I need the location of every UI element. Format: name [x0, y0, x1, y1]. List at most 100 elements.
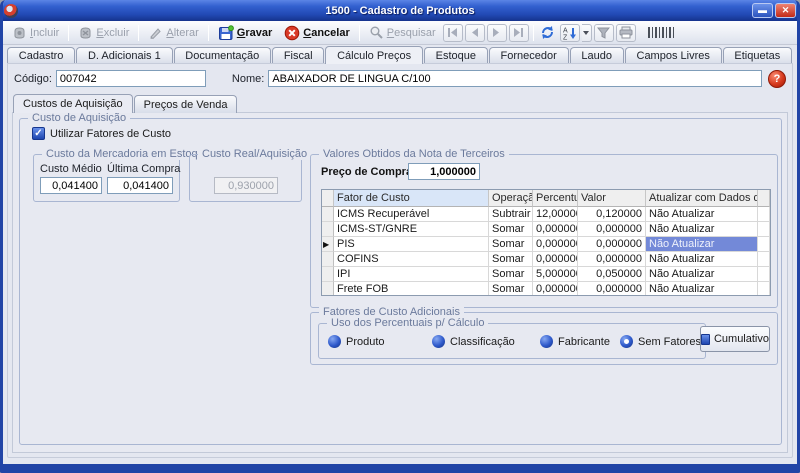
minimize-button[interactable]: ▬ — [752, 3, 773, 18]
cell-valor[interactable]: 0,000000 — [578, 222, 646, 237]
cell-fator[interactable]: IPI — [334, 267, 489, 282]
cell-percentual[interactable]: 0,000000 — [533, 252, 578, 267]
cell-valor[interactable]: 0,000000 — [578, 237, 646, 252]
radio-produto-label: Produto — [346, 336, 385, 348]
cell-atualizar[interactable]: Não Atualizar — [646, 222, 758, 237]
cell-valor[interactable]: 0,000000 — [578, 282, 646, 296]
radio-sem-fatores[interactable]: Sem Fatores — [620, 335, 701, 348]
pesquisar-button[interactable]: Pesquisar — [364, 24, 441, 41]
barcode-icon — [648, 27, 674, 38]
group-custo-aquisicao-legend: Custo de Aquisição — [28, 112, 130, 124]
tab-estoque[interactable]: Estoque — [424, 47, 488, 64]
tab-d-adicionais-1[interactable]: D. Adicionais 1 — [76, 47, 172, 64]
cell-operacao[interactable]: Somar — [489, 252, 533, 267]
filter-button[interactable] — [594, 24, 614, 42]
cell-valor[interactable]: 0,000000 — [578, 252, 646, 267]
utilizar-fatores-checkbox[interactable]: ✓ — [32, 127, 45, 140]
alterar-button[interactable]: Alterar — [143, 24, 203, 41]
cell-filler — [758, 267, 770, 282]
toolbar-separator — [68, 25, 69, 41]
grid-header-atualizar[interactable]: Atualizar com Dados da Nota — [646, 190, 758, 207]
nav-next-button[interactable] — [487, 24, 507, 42]
close-button[interactable]: ✕ — [775, 3, 796, 18]
nav-first-button[interactable] — [443, 24, 463, 42]
group-uso-percentuais: Uso dos Percentuais p/ Cálculo Produto C… — [318, 323, 706, 359]
cell-atualizar-selected[interactable]: Não Atualizar — [646, 237, 758, 252]
cell-percentual[interactable]: 0,000000 — [533, 222, 578, 237]
cell-fator[interactable]: COFINS — [334, 252, 489, 267]
current-row-indicator-icon: ▶ — [322, 237, 334, 252]
cell-percentual[interactable]: 0,000000 — [533, 237, 578, 252]
nav-prev-icon — [470, 28, 479, 37]
cell-operacao[interactable]: Somar — [489, 222, 533, 237]
tab-campos-livres[interactable]: Campos Livres — [625, 47, 722, 64]
gravar-button[interactable]: Gravar — [213, 24, 277, 42]
cell-atualizar[interactable]: Não Atualizar — [646, 207, 758, 222]
sort-dropdown-button[interactable] — [582, 24, 592, 42]
grid-header-operacao[interactable]: Operação — [489, 190, 533, 207]
custo-real-field[interactable] — [214, 177, 278, 194]
codigo-field[interactable] — [56, 70, 206, 87]
print-button[interactable] — [616, 24, 636, 42]
tab-fornecedor[interactable]: Fornecedor — [489, 47, 569, 64]
tab-etiquetas[interactable]: Etiquetas — [723, 47, 792, 64]
nav-last-button[interactable] — [509, 24, 529, 42]
cell-filler — [758, 237, 770, 252]
sort-button[interactable]: AZ — [560, 24, 580, 42]
header-fields-row: Código: Nome: ? — [10, 66, 790, 91]
tab-cadastro[interactable]: Cadastro — [7, 47, 75, 64]
group-mercadoria-estoque: Custo da Mercadoria em Estoque Custo Méd… — [33, 154, 180, 202]
cell-atualizar[interactable]: Não Atualizar — [646, 267, 758, 282]
app-icon — [4, 4, 18, 18]
cell-operacao[interactable]: Somar — [489, 267, 533, 282]
tab-documentacao[interactable]: Documentação — [174, 47, 272, 64]
cell-atualizar[interactable]: Não Atualizar — [646, 252, 758, 267]
radio-produto[interactable]: Produto — [328, 335, 385, 348]
cumulativo-button[interactable]: Cumulativo — [700, 326, 770, 352]
print-icon — [619, 26, 633, 39]
cell-valor[interactable]: 0,050000 — [578, 267, 646, 282]
group-fatores-adicionais: Fatores de Custo Adicionais Uso dos Perc… — [310, 312, 778, 365]
excluir-button[interactable]: Excluir — [73, 24, 134, 41]
cell-operacao[interactable]: Somar — [489, 237, 533, 252]
cell-fator[interactable]: ICMS Recuperável — [334, 207, 489, 222]
cell-percentual[interactable]: 0,000000 — [533, 282, 578, 296]
subtab-precos-venda[interactable]: Preços de Venda — [134, 95, 238, 113]
cell-filler — [758, 282, 770, 296]
grid-header-valor[interactable]: Valor — [578, 190, 646, 207]
tab-laudo[interactable]: Laudo — [570, 47, 624, 64]
grid-header-fator[interactable]: Fator de Custo — [334, 190, 489, 207]
cell-operacao[interactable]: Subtrair — [489, 207, 533, 222]
calculo-precos-page: Código: Nome: ? Custos de Aquisição Preç… — [7, 63, 793, 458]
radio-selected-icon — [620, 335, 633, 348]
row-indicator-cell — [322, 282, 334, 296]
toolbar-separator — [208, 25, 209, 41]
fatores-grid: Fator de Custo Operação Percentual Valor… — [321, 189, 771, 296]
cell-percentual[interactable]: 12,000000 — [533, 207, 578, 222]
cell-operacao[interactable]: Somar — [489, 282, 533, 296]
titlebar: 1500 - Cadastro de Produtos ▬ ✕ — [0, 0, 800, 21]
cell-atualizar[interactable]: Não Atualizar — [646, 282, 758, 296]
refresh-button[interactable] — [538, 24, 558, 42]
tab-calculo-precos[interactable]: Cálculo Preços — [325, 46, 423, 64]
cancelar-button[interactable]: Cancelar — [279, 24, 354, 42]
cell-fator[interactable]: Frete FOB — [334, 282, 489, 296]
cell-fator[interactable]: ICMS-ST/GNRE — [334, 222, 489, 237]
custo-medio-field[interactable] — [40, 177, 102, 194]
cell-fator[interactable]: PIS — [334, 237, 489, 252]
incluir-button[interactable]: Incluir — [7, 24, 64, 41]
radio-fabricante[interactable]: Fabricante — [540, 335, 610, 348]
tab-fiscal[interactable]: Fiscal — [272, 47, 324, 64]
grid-header-percentual[interactable]: Percentual — [533, 190, 578, 207]
radio-icon — [328, 335, 341, 348]
row-indicator-cell — [322, 252, 334, 267]
help-button[interactable]: ? — [768, 70, 786, 88]
preco-compra-field[interactable] — [408, 163, 480, 180]
subtab-custos-aquisicao[interactable]: Custos de Aquisição — [13, 94, 133, 113]
nome-field[interactable] — [268, 70, 762, 87]
ultima-compra-field[interactable] — [107, 177, 173, 194]
nav-prev-button[interactable] — [465, 24, 485, 42]
cell-valor[interactable]: 0,120000 — [578, 207, 646, 222]
radio-classificacao[interactable]: Classificação — [432, 335, 515, 348]
cell-percentual[interactable]: 5,000000 — [533, 267, 578, 282]
